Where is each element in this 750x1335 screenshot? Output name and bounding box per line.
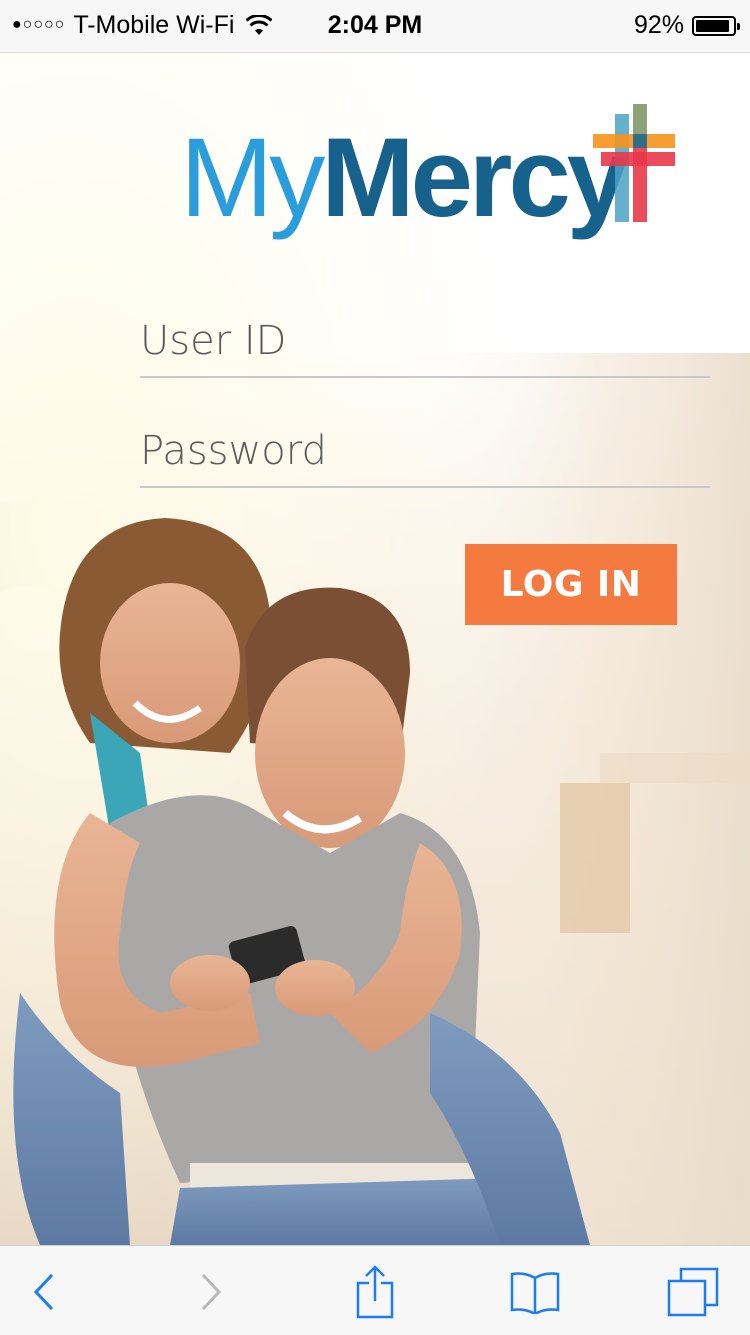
- mymercy-logo: MyMercy: [180, 100, 700, 250]
- browser-toolbar: [0, 1245, 750, 1335]
- logo-mercy: Mercy: [321, 115, 629, 240]
- battery-nub: [737, 22, 740, 30]
- logo-wordmark: MyMercy: [180, 115, 629, 240]
- bookmarks-button[interactable]: [505, 1264, 565, 1320]
- cross-icon: [593, 104, 675, 222]
- share-icon: [356, 1265, 394, 1319]
- back-icon: [33, 1273, 54, 1311]
- user-id-input[interactable]: [140, 306, 710, 378]
- forward-button[interactable]: [181, 1264, 241, 1320]
- bookmarks-icon: [510, 1272, 560, 1314]
- battery-fill: [696, 19, 730, 32]
- login-button[interactable]: LOG IN: [465, 544, 677, 625]
- tabs-icon: [667, 1267, 719, 1317]
- tabs-button[interactable]: [663, 1264, 723, 1320]
- forward-icon: [201, 1273, 222, 1311]
- status-right: 92%: [633, 11, 740, 40]
- password-input[interactable]: [140, 416, 710, 488]
- share-button[interactable]: [345, 1264, 405, 1320]
- logo-my: My: [180, 115, 325, 240]
- battery-percent: 92%: [633, 11, 684, 39]
- back-button[interactable]: [14, 1264, 74, 1320]
- battery-icon: [692, 15, 740, 36]
- status-bar: ●○○○○ T-Mobile Wi-Fi 2:04 PM 92%: [0, 0, 750, 53]
